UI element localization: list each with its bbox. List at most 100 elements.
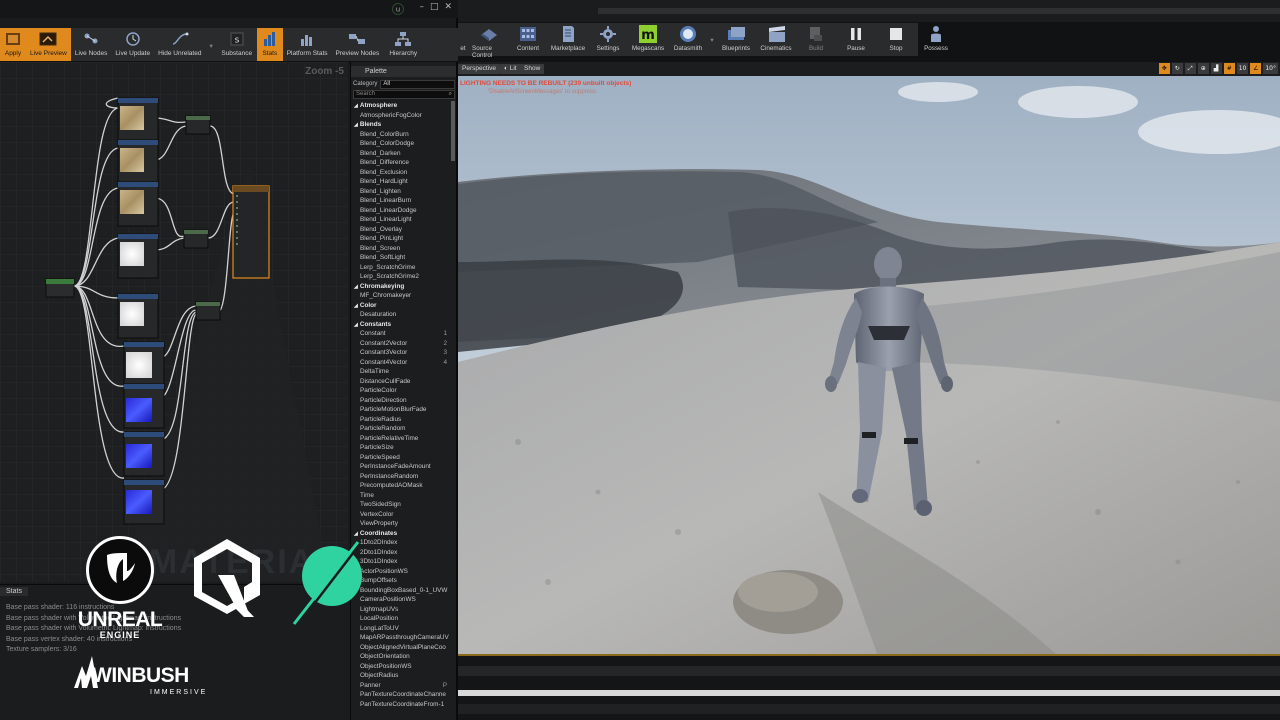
palette-tab[interactable]: Palette [351,66,456,77]
toolbar-dropdown[interactable]: ▾ [205,28,216,61]
palette-item[interactable]: ParticleMotionBlurFade [351,405,451,415]
maximize-icon[interactable]: □ [430,2,439,12]
palette-item[interactable]: Lerp_ScratchGrime2 [351,272,451,282]
palette-item[interactable]: Blend_PinLight [351,234,451,244]
palette-item[interactable]: Time [351,491,451,501]
viewport-show-button[interactable]: Show [520,64,545,74]
palette-item[interactable]: ParticleRelativeTime [351,434,451,444]
palette-item[interactable]: DeltaTime [351,367,451,377]
palette-item[interactable]: ParticleRadius [351,415,451,425]
palette-item[interactable]: ParticleSpeed [351,453,451,463]
toolbar-stop-button[interactable]: Stop [876,23,916,56]
toolbar-preview-nodes-button[interactable]: Preview Nodes [332,28,384,61]
rotation-snap-value[interactable]: 10° [1263,63,1278,74]
palette-item[interactable]: ObjectOrientation [351,652,451,662]
node-texture-sample[interactable] [123,341,165,387]
toolbar-hierarchy-button[interactable]: Hierarchy [383,28,423,61]
palette-item[interactable]: Blend_ColorDodge [351,139,451,149]
palette-item[interactable]: ObjectRadius [351,671,451,681]
palette-item[interactable]: ViewProperty [351,519,451,529]
category-select[interactable]: All [380,79,455,89]
palette-item[interactable]: Constant2Vector 2 [351,339,451,349]
toolbar-platform-stats-button[interactable]: Platform Stats [283,28,332,61]
palette-item[interactable]: PrecomputedAOMask [351,481,451,491]
palette-item[interactable]: ParticleSize [351,443,451,453]
toolbar-content-button[interactable]: Content [508,23,548,56]
palette-item[interactable]: Blend_SoftLight [351,253,451,263]
world-local-icon[interactable]: ⊕ [1197,63,1209,74]
palette-item[interactable]: Blend_LinearDodge [351,206,451,216]
palette-category-header[interactable]: ◢ Color [351,301,451,311]
translate-tool-icon[interactable]: ✥ [1158,63,1170,74]
palette-item[interactable]: Blend_LinearLight [351,215,451,225]
palette-item[interactable]: Constant 1 [351,329,451,339]
scale-tool-icon[interactable]: ⤢ [1184,63,1196,74]
palette-item[interactable]: Panner P [351,681,451,691]
palette-item[interactable]: MF_Chromakeyer [351,291,451,301]
node-texture-sample[interactable] [117,181,159,227]
node-texture-sample[interactable] [117,97,159,143]
palette-item[interactable]: ParticleRandom [351,424,451,434]
node-lerp[interactable] [185,115,211,135]
toolbar-save-fragment[interactable]: et [458,23,468,56]
palette-item[interactable]: Blend_LinearBurn [351,196,451,206]
toolbar-source-control-button[interactable]: Source Control [468,23,508,59]
palette-item[interactable]: Lerp_ScratchGrime [351,263,451,273]
palette-category-header[interactable]: ◢ Chromakeying [351,282,451,292]
node-texture-sample[interactable] [117,293,159,339]
palette-item[interactable]: ObjectPositionWS [351,662,451,672]
palette-item[interactable]: Blend_Exclusion [351,168,451,178]
palette-item[interactable]: Blend_ColorBurn [351,130,451,140]
node-lerp[interactable] [183,229,209,249]
rotation-snap-icon[interactable]: ∠ [1250,63,1262,74]
palette-item[interactable]: Blend_Difference [351,158,451,168]
palette-item[interactable]: Constant3Vector 3 [351,348,451,358]
palette-item[interactable]: VertexColor [351,510,451,520]
toolbar-datasmith-button[interactable]: Datasmith [668,23,708,56]
palette-category-header[interactable]: ◢ Coordinates [351,529,451,539]
node-texture-sample[interactable] [117,233,159,279]
toolbar-cinematics-button[interactable]: Cinematics [756,23,796,56]
palette-scrollbar[interactable] [451,101,455,161]
palette-item[interactable]: TwoSidedSign [351,500,451,510]
palette-item[interactable]: Constant4Vector 4 [351,358,451,368]
palette-category-header[interactable]: ◢ Atmosphere [351,101,451,111]
palette-category-header[interactable]: ◢ Constants [351,320,451,330]
minimize-icon[interactable]: – [419,2,424,12]
palette-item[interactable]: Desaturation [351,310,451,320]
bottom-scrollbar[interactable] [458,690,1280,696]
toolbar-megascans-button[interactable]: m Megascans [628,23,668,56]
toolbar-live-nodes-button[interactable]: Live Nodes [71,28,112,61]
node-lerp[interactable] [195,301,221,321]
node-texture-sample[interactable] [123,383,165,429]
node-texcoord[interactable] [45,278,75,298]
palette-item[interactable]: ParticleDirection [351,396,451,406]
toolbar-blueprints-button[interactable]: Blueprints [716,23,756,56]
palette-item[interactable]: ParticleColor [351,386,451,396]
palette-item[interactable]: Blend_Overlay [351,225,451,235]
palette-item[interactable]: PerInstanceRandom [351,472,451,482]
viewport-perspective-button[interactable]: Perspective [458,64,500,74]
node-texture-sample[interactable] [117,139,159,185]
rotate-tool-icon[interactable]: ↻ [1171,63,1183,74]
stats-tab[interactable]: Stats [0,587,28,596]
node-texture-sample[interactable] [123,431,165,477]
toolbar-live-preview-button[interactable]: Live Preview [26,28,71,61]
toolbar-settings-button[interactable]: Settings [588,23,628,56]
palette-item[interactable]: PerInstanceFadeAmount [351,462,451,472]
toolbar-hide-unrelated-button[interactable]: Hide Unrelated [154,28,205,61]
level-viewport[interactable] [458,62,1280,656]
palette-item[interactable]: ObjectAlignedVirtualPlaneCoo [351,643,451,653]
palette-category-header[interactable]: ◢ Blends [351,120,451,130]
palette-item[interactable]: DistanceCullFade [351,377,451,387]
toolbar-marketplace-button[interactable]: Marketplace [548,23,588,56]
palette-item[interactable]: Blend_HardLight [351,177,451,187]
palette-item[interactable]: Blend_Lighten [351,187,451,197]
toolbar-apply-button[interactable]: Apply [0,28,26,61]
toolbar-live-update-button[interactable]: Live Update [111,28,154,61]
datasmith-dropdown[interactable]: ▾ [708,23,716,56]
toolbar-stats-button[interactable]: Stats [256,28,283,61]
close-icon[interactable]: ✕ [444,2,452,12]
node-texture-sample[interactable] [123,479,165,525]
grid-snap-value[interactable]: 10 [1236,63,1249,74]
